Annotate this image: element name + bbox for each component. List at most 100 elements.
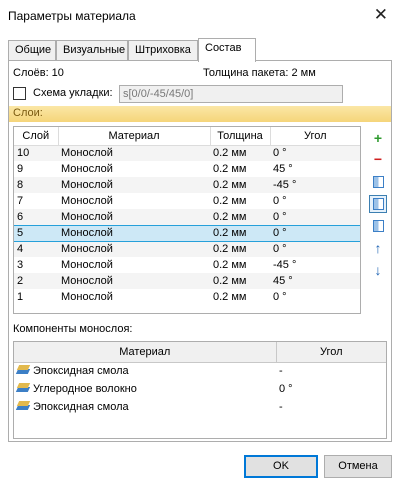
material-icon [15, 401, 31, 411]
copy-icon [372, 220, 384, 232]
layer-number-cell: 8 [14, 177, 58, 193]
components-section-label: Компоненты монослоя: [13, 323, 133, 335]
layer-number-cell: 2 [14, 273, 58, 289]
col-component-angle[interactable]: Угол [276, 342, 386, 363]
layer-thickness-cell: 0.2 мм [210, 177, 270, 193]
layer-copy-button[interactable] [369, 217, 387, 235]
layer-angle-cell: -45 ° [270, 177, 360, 193]
book-icon [372, 176, 384, 188]
layer-number-cell: 9 [17, 163, 24, 175]
table-row[interactable]: 7 Монослой 0.2 мм 0 ° [14, 193, 360, 209]
table-row[interactable]: 9 Монослой 0.2 мм 45 ° [14, 161, 360, 177]
layer-material-cell: Монослой [61, 259, 113, 271]
close-icon[interactable]: ✕ [374, 5, 388, 25]
table-row[interactable]: 5 Монослой 0.2 мм 0 ° [14, 224, 360, 242]
layer-angle-cell: 45 ° [270, 273, 360, 289]
col-material[interactable]: Материал [58, 127, 211, 146]
tab-hatching[interactable]: Штриховка [128, 40, 198, 61]
table-row[interactable]: 2 Монослой 0.2 мм 45 ° [14, 273, 360, 289]
layer-number-cell: 6 [14, 209, 58, 225]
col-thickness[interactable]: Толщина [210, 127, 271, 146]
list-item[interactable]: Эпоксидная смола - [14, 398, 386, 416]
stack-thickness: Толщина пакета: 2 мм [203, 67, 316, 79]
layer-number-cell: 1 [17, 291, 24, 303]
component-material-label: Эпоксидная смола [33, 401, 129, 413]
minus-icon: − [373, 151, 383, 167]
component-material-cell: Углеродное волокно [14, 380, 276, 398]
cancel-button[interactable]: Отмена [324, 455, 392, 478]
layer-view-button[interactable] [369, 173, 387, 191]
plus-icon: + [373, 130, 383, 146]
layer-angle-cell: 0 ° [270, 145, 360, 161]
material-icon [15, 365, 31, 375]
layer-thickness-cell: 0.2 мм [213, 259, 247, 271]
layer-angle-cell: 0 ° [273, 195, 287, 207]
title-bar: Параметры материала ✕ [0, 0, 400, 32]
layer-thickness-cell: 0.2 мм [210, 209, 270, 225]
component-angle-cell: 0 ° [279, 383, 293, 395]
layer-thickness-cell: 0.2 мм [210, 224, 270, 242]
layer-angle-cell: 45 ° [273, 163, 293, 175]
component-angle-cell: - [279, 365, 283, 378]
layer-material-cell: Монослой [58, 209, 210, 225]
layup-label: Схема укладки: [33, 87, 113, 99]
component-material-label: Углеродное волокно [33, 383, 137, 395]
move-up-button[interactable]: ↑ [369, 239, 387, 257]
layer-material-cell: Монослой [61, 163, 113, 175]
layer-angle-cell: 0 ° [270, 241, 360, 257]
arrow-up-icon: ↑ [374, 240, 382, 256]
col-layer[interactable]: Слой [14, 127, 59, 146]
layer-number-cell: 3 [17, 259, 24, 271]
layer-number-cell: 7 [17, 195, 24, 207]
layer-number-cell: 4 [14, 241, 58, 257]
table-row[interactable]: 8 Монослой 0.2 мм -45 ° [14, 177, 360, 193]
table-row[interactable]: 4 Монослой 0.2 мм 0 ° [14, 241, 360, 257]
list-item[interactable]: Углеродное волокно 0 ° [14, 380, 386, 398]
tab-visual[interactable]: Визуальные [56, 40, 128, 61]
component-material-cell: Эпоксидная смола [14, 362, 276, 380]
window-title: Параметры материала [8, 9, 136, 23]
table-row[interactable]: 1 Монослой 0.2 мм 0 ° [14, 289, 360, 305]
layers-section-header: Слои: [9, 106, 391, 122]
layer-mirror-button[interactable] [369, 195, 387, 213]
layer-angle-cell: 0 ° [273, 291, 287, 303]
components-table: Материал Угол Эпоксидная смола - Углеродно… [13, 341, 387, 439]
layer-thickness-cell: 0.2 мм [210, 241, 270, 257]
layer-number-cell: 5 [14, 224, 58, 242]
layer-material-cell: Монослой [58, 241, 210, 257]
composition-panel: Слоёв: 10 Толщина пакета: 2 мм Схема укл… [8, 60, 392, 442]
layup-checkbox[interactable] [13, 87, 26, 100]
component-angle-cell: - [279, 401, 283, 413]
book-open-icon [372, 198, 384, 210]
layer-material-cell: Монослой [58, 273, 210, 289]
remove-layer-button[interactable]: − [369, 150, 387, 168]
col-component-material[interactable]: Материал [14, 342, 277, 363]
table-row[interactable]: 10 Монослой 0.2 мм 0 ° [14, 145, 360, 161]
arrow-down-icon: ↓ [374, 262, 382, 278]
layer-material-cell: Монослой [58, 145, 210, 161]
add-layer-button[interactable]: + [369, 129, 387, 147]
ok-button[interactable]: OK [244, 455, 318, 478]
layer-angle-cell: 0 ° [270, 209, 360, 225]
list-item[interactable]: Эпоксидная смола - [14, 362, 386, 380]
layer-angle-cell: 0 ° [270, 224, 360, 242]
layer-material-cell: Монослой [61, 195, 113, 207]
layer-thickness-cell: 0.2 мм [210, 145, 270, 161]
layup-input[interactable]: s[0/0/-45/45/0] [119, 85, 343, 103]
table-row[interactable]: 6 Монослой 0.2 мм 0 ° [14, 209, 360, 225]
component-material-label: Эпоксидная смола [33, 365, 129, 378]
layer-material-cell: Монослой [58, 224, 210, 242]
layer-angle-cell: -45 ° [273, 259, 297, 271]
layer-thickness-cell: 0.2 мм [213, 291, 247, 303]
move-down-button[interactable]: ↓ [369, 261, 387, 279]
col-angle[interactable]: Угол [270, 127, 360, 146]
layer-thickness-cell: 0.2 мм [213, 163, 247, 175]
layer-thickness-cell: 0.2 мм [210, 273, 270, 289]
layer-material-cell: Монослой [58, 177, 210, 193]
layers-table: Слой Материал Толщина Угол 10 Монослой 0.2… [13, 126, 361, 314]
layer-thickness-cell: 0.2 мм [213, 195, 247, 207]
layer-number-cell: 10 [14, 145, 58, 161]
tab-composition[interactable]: Состав [198, 38, 256, 62]
table-row[interactable]: 3 Монослой 0.2 мм -45 ° [14, 257, 360, 273]
tab-general[interactable]: Общие [8, 40, 56, 61]
